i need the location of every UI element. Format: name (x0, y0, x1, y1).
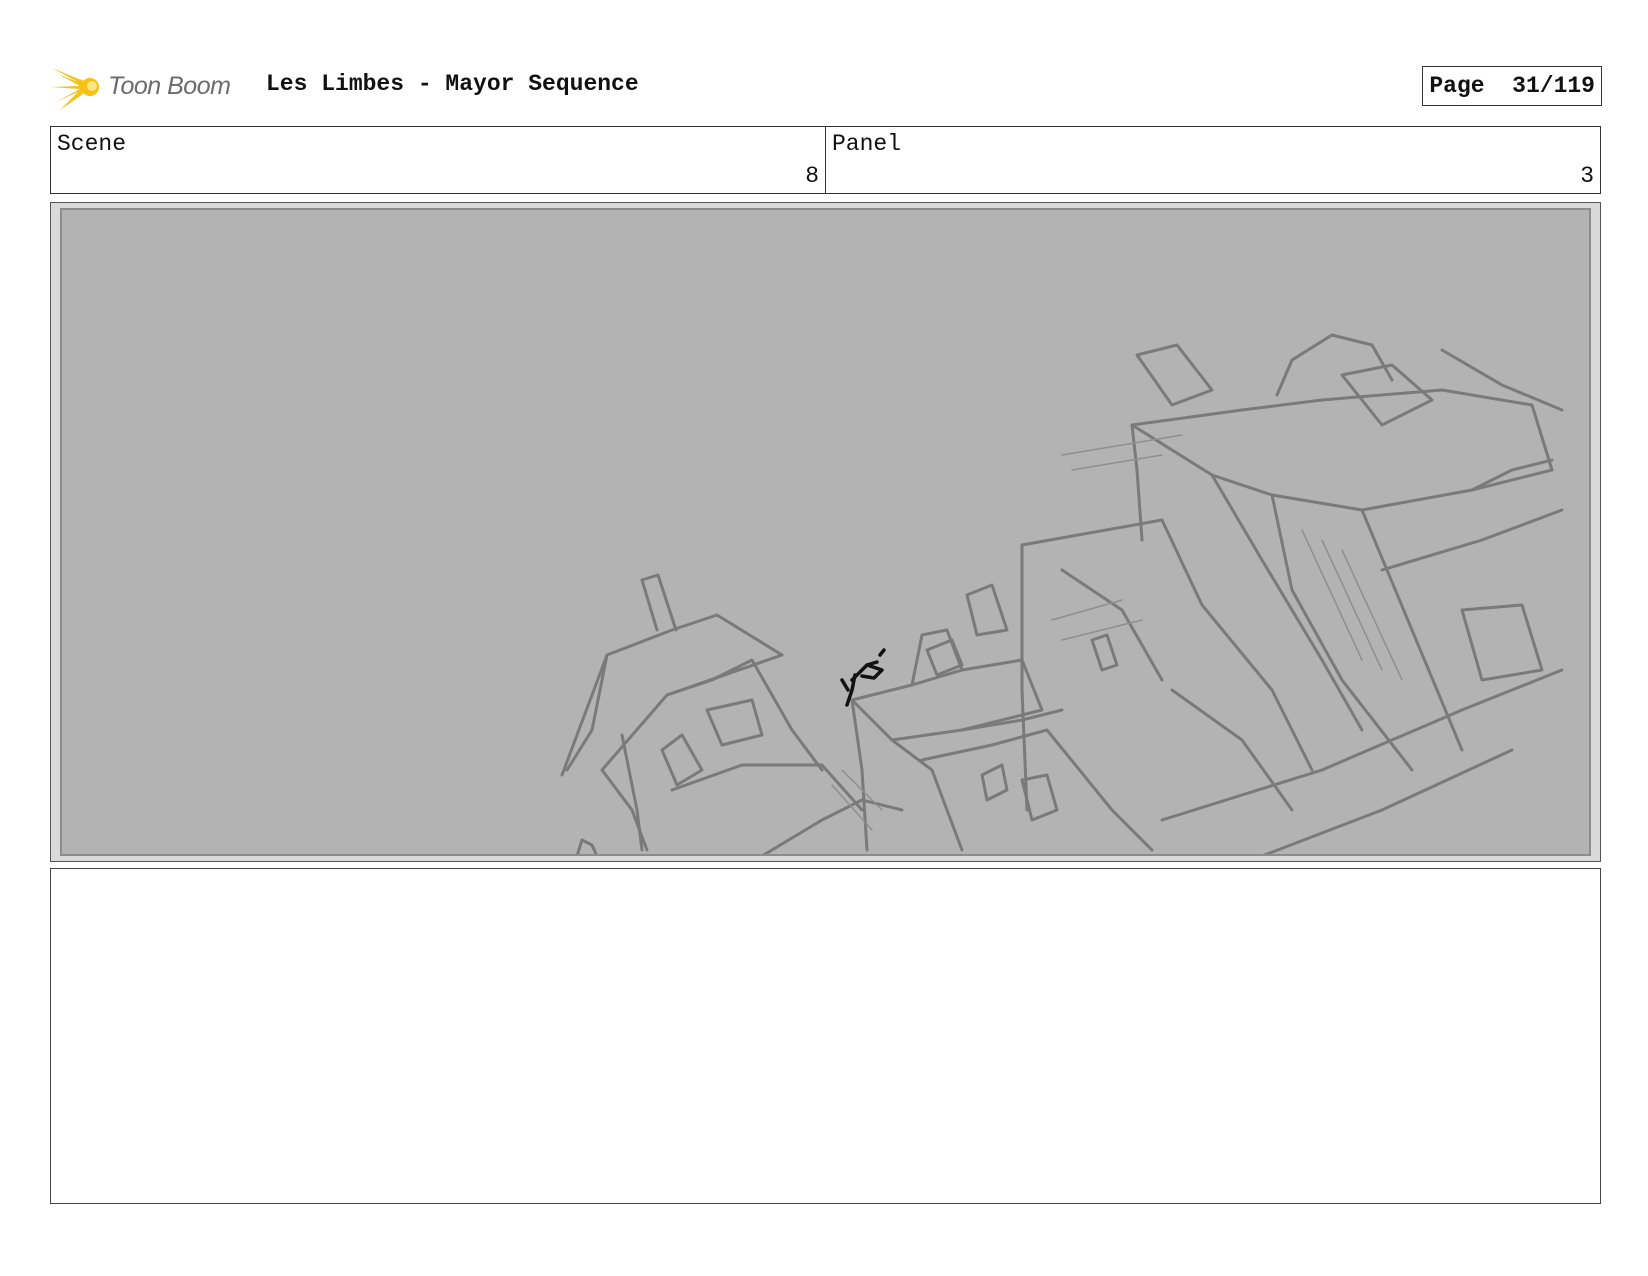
page-label: Page (1429, 73, 1485, 99)
toon-boom-logo: Toon Boom (50, 60, 250, 112)
panel-number: 3 (1580, 163, 1594, 189)
logo-text: Toon Boom (108, 72, 231, 100)
scene-panel-info: Scene 8 Panel 3 (50, 126, 1601, 194)
storyboard-sketch (60, 208, 1591, 856)
document-title: Les Limbes - Mayor Sequence (266, 71, 639, 97)
rooftops-sketch-drawing (560, 333, 1564, 854)
page-number: 31/119 (1512, 73, 1595, 99)
panel-cell: Panel 3 (825, 127, 1600, 193)
page-indicator: Page 31/119 (1422, 66, 1602, 106)
middle-house-sketch (850, 518, 1314, 852)
scene-label: Scene (57, 131, 127, 157)
panel-notes-box (50, 868, 1601, 1204)
scene-number: 8 (805, 163, 819, 189)
starburst-icon (50, 68, 100, 110)
storyboard-panel-frame (50, 202, 1601, 862)
page-header: Toon Boom Les Limbes - Mayor Sequence Pa… (50, 58, 1602, 114)
scene-cell: Scene 8 (51, 127, 825, 193)
left-house-sketch (560, 573, 904, 854)
panel-label: Panel (832, 131, 902, 157)
